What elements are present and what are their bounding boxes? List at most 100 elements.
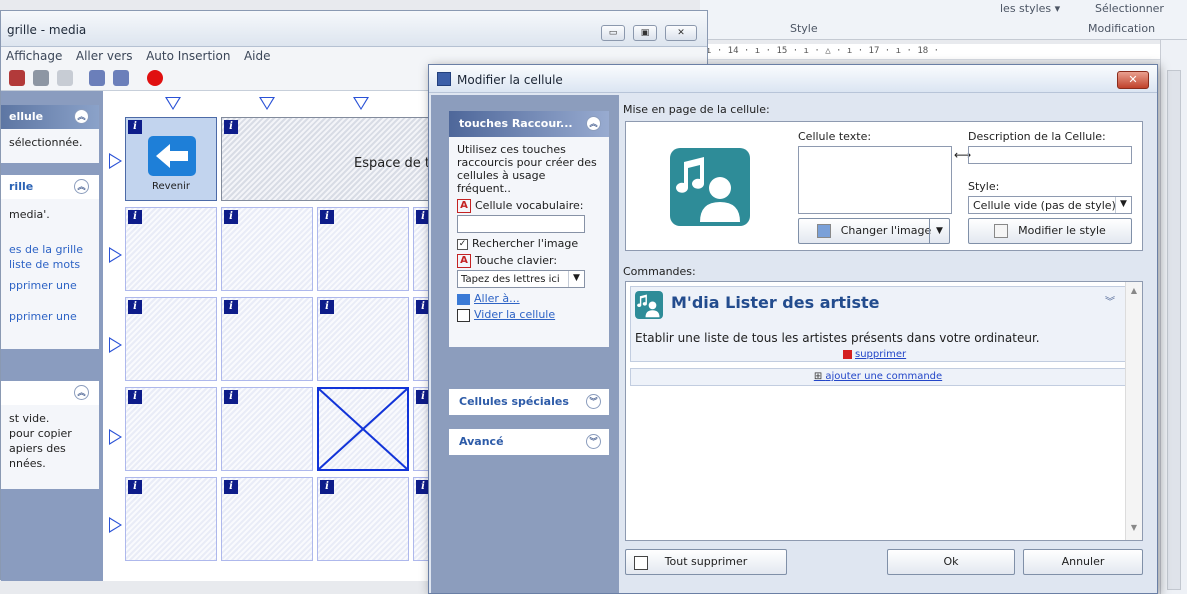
key-label[interactable]: Touche clavier: bbox=[475, 254, 557, 267]
row-arrow-icon[interactable] bbox=[109, 429, 122, 445]
shortcuts-header[interactable]: touches Raccour... ︽ bbox=[449, 111, 609, 137]
info-icon[interactable]: i bbox=[224, 300, 238, 314]
minimize-button[interactable]: ▭ bbox=[601, 25, 625, 41]
column-arrow-icon[interactable] bbox=[353, 97, 369, 110]
row-arrow-icon[interactable] bbox=[109, 517, 122, 533]
chevron-up-icon[interactable]: ︽ bbox=[74, 179, 89, 194]
add-command-link[interactable]: ⊞ ajouter une commande bbox=[630, 368, 1126, 386]
grid-cell[interactable]: i bbox=[125, 207, 217, 291]
link-grid-props[interactable]: es de la grille bbox=[1, 242, 99, 257]
word-ribbon: les styles ▾ Sélectionner Style Modifica… bbox=[700, 0, 1187, 40]
dialog-close-button[interactable]: ✕ bbox=[1117, 71, 1149, 89]
pane-cell-header[interactable]: ellule ︽ bbox=[1, 105, 99, 129]
pane-third-header[interactable]: ︽ bbox=[1, 381, 99, 405]
info-icon[interactable]: i bbox=[224, 390, 238, 404]
grid-cell[interactable]: i bbox=[317, 207, 409, 291]
link-delete-1[interactable]: pprimer une bbox=[1, 278, 99, 293]
grid-cell[interactable]: i bbox=[125, 387, 217, 471]
row-arrow-icon[interactable] bbox=[109, 153, 122, 169]
info-icon[interactable]: i bbox=[128, 300, 142, 314]
cell-text-label: Cellule texte: bbox=[798, 130, 872, 143]
commands-scrollbar[interactable]: ▲ ▼ bbox=[1125, 282, 1142, 540]
pane-grid-header[interactable]: rille ︽ bbox=[1, 175, 99, 199]
empty-cell-link[interactable]: Vider la cellule bbox=[474, 308, 555, 321]
menu-aller-vers[interactable]: Aller vers bbox=[71, 47, 138, 65]
row-arrow-icon[interactable] bbox=[109, 247, 122, 263]
info-icon[interactable]: i bbox=[320, 480, 334, 494]
info-icon[interactable]: i bbox=[320, 210, 334, 224]
grid-cell[interactable]: i bbox=[221, 387, 313, 471]
paste-cell-icon[interactable] bbox=[33, 70, 49, 86]
grid-cell[interactable]: i bbox=[317, 477, 409, 561]
goto-link[interactable]: Aller à... bbox=[474, 292, 520, 305]
link-word-list[interactable]: liste de mots bbox=[1, 257, 99, 272]
select-button[interactable]: Sélectionner bbox=[1095, 2, 1164, 15]
cell-back[interactable]: i Revenir bbox=[125, 117, 217, 201]
style-select[interactable]: Cellule vide (pas de style) ▼ bbox=[968, 196, 1132, 214]
grid-cell[interactable]: i bbox=[125, 477, 217, 561]
info-icon[interactable]: i bbox=[128, 480, 142, 494]
column-arrow-icon[interactable] bbox=[165, 97, 181, 110]
search-image-checkbox[interactable]: ✓ bbox=[457, 238, 468, 250]
info-icon[interactable]: i bbox=[128, 120, 142, 134]
chevron-up-icon[interactable]: ︽ bbox=[586, 116, 601, 131]
grid-cell[interactable]: i bbox=[221, 477, 313, 561]
info-icon[interactable]: i bbox=[128, 390, 142, 404]
info-icon[interactable]: i bbox=[320, 300, 334, 314]
modify-style-button[interactable]: Modifier le style bbox=[968, 218, 1132, 244]
change-image-button[interactable]: Changer l'image ▼ bbox=[798, 218, 950, 244]
chevron-down-icon[interactable]: ︾ bbox=[586, 434, 601, 449]
music-person-icon[interactable] bbox=[670, 148, 750, 226]
menu-affichage[interactable]: Affichage bbox=[1, 47, 67, 65]
cut-cell-icon[interactable] bbox=[57, 70, 73, 86]
checkbox-icon bbox=[634, 556, 648, 570]
styles-link[interactable]: les styles ▾ bbox=[1000, 2, 1060, 15]
vertical-scrollbar[interactable] bbox=[1167, 70, 1181, 590]
copy-cell-icon[interactable] bbox=[9, 70, 25, 86]
grid-cell[interactable]: i bbox=[317, 297, 409, 381]
grid-canvas[interactable]: i Revenir i Espace de t i i i i i i i i … bbox=[103, 91, 433, 581]
selected-empty-cell[interactable] bbox=[317, 387, 409, 471]
info-icon[interactable]: i bbox=[128, 210, 142, 224]
shortcuts-intro: Utilisez ces touches raccourcis pour cré… bbox=[457, 143, 597, 195]
chevron-down-icon[interactable]: ▼ bbox=[1115, 197, 1131, 213]
vocab-cell-label[interactable]: Cellule vocabulaire: bbox=[475, 199, 583, 212]
key-select[interactable]: Tapez des lettres ici ▼ bbox=[457, 270, 585, 288]
word-scroll-area[interactable] bbox=[1160, 40, 1187, 594]
grid-cell[interactable]: i bbox=[125, 297, 217, 381]
grid-view-icon[interactable] bbox=[89, 70, 105, 86]
grid-cell[interactable]: i bbox=[221, 207, 313, 291]
cell-text-area[interactable] bbox=[798, 146, 952, 214]
record-icon[interactable] bbox=[147, 70, 163, 86]
delete-command-link[interactable]: supprimer bbox=[843, 349, 906, 360]
info-icon[interactable]: i bbox=[224, 120, 238, 134]
style-icon bbox=[994, 224, 1009, 238]
menu-aide[interactable]: Aide bbox=[239, 47, 276, 65]
link-delete-2[interactable]: pprimer une bbox=[1, 309, 99, 324]
chevron-down-icon[interactable]: ▼ bbox=[929, 219, 949, 243]
chevron-up-icon[interactable]: ︽ bbox=[74, 385, 89, 400]
cell-space[interactable]: i Espace de t bbox=[221, 117, 433, 201]
menu-auto-insertion[interactable]: Auto Insertion bbox=[141, 47, 235, 65]
clear-all-button[interactable]: Tout supprimer bbox=[625, 549, 787, 575]
advanced-header[interactable]: Avancé ︾ bbox=[449, 429, 609, 455]
chevron-down-icon[interactable]: ︾ bbox=[586, 394, 601, 409]
special-cells-header[interactable]: Cellules spéciales ︾ bbox=[449, 389, 609, 415]
cancel-button[interactable]: Annuler bbox=[1023, 549, 1143, 575]
vocab-cell-input[interactable] bbox=[457, 215, 585, 233]
ok-button[interactable]: Ok bbox=[887, 549, 1015, 575]
empty-cell-icon bbox=[457, 308, 470, 322]
grid-layout-icon[interactable] bbox=[113, 70, 129, 86]
column-arrow-icon[interactable] bbox=[259, 97, 275, 110]
info-icon[interactable]: i bbox=[224, 210, 238, 224]
grid-cell[interactable]: i bbox=[221, 297, 313, 381]
command-item[interactable]: M'dia Lister des artiste ︾ Etablir une l… bbox=[630, 286, 1126, 362]
info-icon[interactable]: i bbox=[224, 480, 238, 494]
close-button[interactable]: ✕ bbox=[665, 25, 697, 41]
cell-description-input[interactable] bbox=[968, 146, 1132, 164]
maximize-button[interactable]: ▣ bbox=[633, 25, 657, 41]
chevron-up-icon[interactable]: ︽ bbox=[74, 109, 89, 124]
chevron-down-icon[interactable]: ︾ bbox=[1105, 293, 1115, 308]
chevron-down-icon[interactable]: ▼ bbox=[568, 271, 584, 287]
row-arrow-icon[interactable] bbox=[109, 337, 122, 353]
